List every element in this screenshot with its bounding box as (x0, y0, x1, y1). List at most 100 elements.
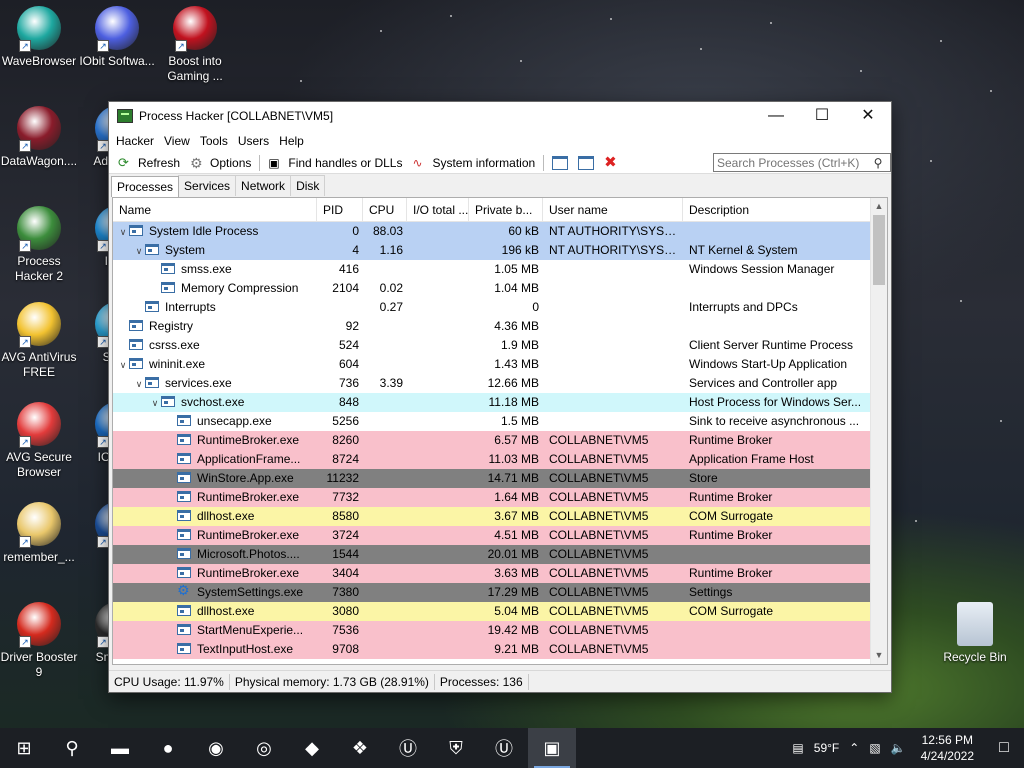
process-row[interactable]: Registry 92 4.36 MB (113, 317, 887, 336)
desktop-shortcut[interactable]: ↗ WaveBrowser (0, 6, 78, 69)
maximize-button[interactable]: ☐ (799, 102, 845, 130)
tab-services[interactable]: Services (178, 175, 237, 196)
process-row[interactable]: TextInputHost.exe 9708 9.21 MB COLLABNET\VM… (113, 640, 887, 659)
menu-view[interactable]: View (159, 134, 195, 148)
file-explorer-icon[interactable]: ▬ (96, 728, 144, 768)
game-booster-taskbar-icon[interactable]: ◆ (288, 728, 336, 768)
desktop-shortcut[interactable]: ↗ DataWagon.... (0, 106, 78, 169)
process-row[interactable]: RuntimeBroker.exe 7732 1.64 MB COLLABNET\VM… (113, 488, 887, 507)
process-row[interactable]: ∨ System 4 1.16 196 kB NT AUTHORITY\SYSTEM NT … (113, 241, 887, 260)
process-row[interactable]: Microsoft.Photos.... 1544 20.01 MB COLLABNE… (113, 545, 887, 564)
expand-chevron-icon[interactable]: ∨ (133, 242, 145, 260)
process-row[interactable]: ∨ svchost.exe 848 11.18 MB Host Process for … (113, 393, 887, 412)
toolbar-separator (543, 154, 545, 171)
system-information-button[interactable]: ∿ System information (407, 156, 540, 170)
notifications-icon[interactable]: □ (984, 728, 1024, 768)
weather-temperature[interactable]: 59°F (809, 741, 844, 755)
process-row[interactable]: RuntimeBroker.exe 8260 6.57 MB COLLABNET\VM… (113, 431, 887, 450)
process-row[interactable]: unsecapp.exe 5256 1.5 MB Sink to receive as… (113, 412, 887, 431)
menu-users[interactable]: Users (233, 134, 274, 148)
process-user-name (543, 393, 683, 412)
column-name[interactable]: Name (113, 198, 317, 221)
process-row[interactable]: smss.exe 416 1.05 MB Windows Session Manage… (113, 260, 887, 279)
desktop-shortcut[interactable]: ↗ Driver Booster 9 (0, 602, 78, 680)
tab-processes[interactable]: Processes (111, 176, 180, 197)
tab-network[interactable]: Network (235, 175, 292, 196)
process-name-cell: unsecapp.exe (113, 412, 317, 431)
process-row[interactable]: ∨ services.exe 736 3.39 12.66 MB Services and… (113, 374, 887, 393)
volume-icon[interactable]: 🔈 (886, 741, 911, 755)
iobit-taskbar-icon[interactable]: ❖ (336, 728, 384, 768)
process-row[interactable]: ∨ System Idle Process 0 88.03 60 kB NT AUTHOR… (113, 222, 887, 241)
options-button[interactable]: ⚙ Options (185, 156, 256, 170)
u-taskbar-icon[interactable]: Ⓤ (480, 728, 528, 768)
menu-help[interactable]: Help (274, 134, 309, 148)
column-cpu[interactable]: CPU (363, 198, 407, 221)
scroll-down-arrow[interactable]: ▼ (871, 647, 887, 664)
process-name-cell: StartMenuExperie... (113, 621, 317, 640)
desktop-shortcut[interactable]: ↗ Process Hacker 2 (0, 206, 78, 284)
iobit-uninstaller-taskbar-icon[interactable]: Ⓤ (384, 728, 432, 768)
refresh-button[interactable]: ⟳ Refresh (113, 155, 185, 170)
search-processes-input[interactable] (714, 155, 870, 170)
show-hidden-icons-chevron-icon[interactable]: ⌃ (844, 741, 864, 755)
process-row[interactable]: StartMenuExperie... 7536 19.42 MB COLLABNET… (113, 621, 887, 640)
expand-chevron-icon[interactable]: ∨ (117, 356, 129, 374)
process-row[interactable]: Memory Compression 2104 0.02 1.04 MB (113, 279, 887, 298)
recycle-bin[interactable]: Recycle Bin (936, 602, 1014, 665)
window-button[interactable] (547, 155, 573, 170)
terminate-button[interactable]: ✖ (599, 155, 625, 170)
process-row[interactable]: dllhost.exe 8580 3.67 MB COLLABNET\VM5 COM S… (113, 507, 887, 526)
find-handles-button[interactable]: ▣ Find handles or DLLs (263, 156, 407, 170)
process-row[interactable]: ApplicationFrame... 8724 11.03 MB COLLABNET… (113, 450, 887, 469)
scroll-up-arrow[interactable]: ▲ (871, 198, 887, 215)
column-pid[interactable]: PID (317, 198, 363, 221)
find-window-button[interactable] (573, 155, 599, 170)
desktop-shortcut[interactable]: ↗ Boost into Gaming ... (156, 6, 234, 84)
process-io-total (407, 431, 469, 450)
column-user-name[interactable]: User name (543, 198, 683, 221)
process-row[interactable]: Interrupts 0.27 0 Interrupts and DPCs (113, 298, 887, 317)
process-private-bytes: 60 kB (508, 224, 539, 238)
title-bar[interactable]: Process Hacker [COLLABNET\VM5] — ☐ ✕ (109, 102, 891, 130)
minimize-button[interactable]: — (753, 102, 799, 130)
process-row[interactable]: dllhost.exe 3080 5.04 MB COLLABNET\VM5 COM S… (113, 602, 887, 621)
process-name-cell: ∨ wininit.exe (113, 355, 317, 374)
column-description[interactable]: Description (683, 198, 871, 221)
desktop-shortcut[interactable]: ↗ remember_... (0, 502, 78, 565)
process-row[interactable]: WinStore.App.exe 11232 14.71 MB COLLABNET\V… (113, 469, 887, 488)
clock[interactable]: 12:56 PM 4/24/2022 (911, 732, 984, 764)
process-hacker-taskbar-icon[interactable]: ▣ (528, 728, 576, 768)
process-row[interactable]: RuntimeBroker.exe 3724 4.51 MB COLLABNET\VM… (113, 526, 887, 545)
search-icon[interactable]: ⚲ (48, 728, 96, 768)
desktop-shortcut[interactable]: ↗ IObit Softwa... (78, 6, 156, 69)
process-row[interactable]: SystemSettings.exe 7380 17.29 MB COLLABNET\… (113, 583, 887, 602)
process-window-icon (177, 491, 191, 503)
network-icon[interactable]: ▧ (864, 741, 885, 755)
search-icon[interactable]: ⚲ (870, 156, 886, 170)
process-row[interactable]: ∨ wininit.exe 604 1.43 MB Windows Start-Up A… (113, 355, 887, 374)
expand-chevron-icon[interactable]: ∨ (149, 394, 161, 412)
iobit-malware-fighter-taskbar-icon[interactable]: ⛨ (432, 728, 480, 768)
close-button[interactable]: ✕ (845, 102, 891, 130)
menu-tools[interactable]: Tools (195, 134, 233, 148)
process-private-bytes: 1.04 MB (494, 281, 539, 295)
start-button[interactable]: ⊞ (0, 728, 48, 768)
search-processes-box[interactable]: ⚲ (713, 153, 891, 172)
desktop-shortcut[interactable]: ↗ AVG Secure Browser (0, 402, 78, 480)
avg-secure-browser-taskbar-icon[interactable]: ● (144, 728, 192, 768)
menu-hacker[interactable]: Hacker (111, 134, 159, 148)
scroll-thumb[interactable] (873, 215, 885, 285)
wavebrowser-taskbar-icon[interactable]: ◉ (192, 728, 240, 768)
process-row[interactable]: csrss.exe 524 1.9 MB Client Server Runtime … (113, 336, 887, 355)
expand-chevron-icon[interactable]: ∨ (117, 223, 129, 241)
expand-chevron-icon[interactable]: ∨ (133, 375, 145, 393)
vertical-scrollbar[interactable]: ▲ ▼ (870, 198, 887, 664)
column-io-total[interactable]: I/O total ... (407, 198, 469, 221)
desktop-shortcut[interactable]: ↗ AVG AntiVirus FREE (0, 302, 78, 380)
column-private-bytes[interactable]: Private b... (469, 198, 543, 221)
tab-disk[interactable]: Disk (290, 175, 326, 196)
weather-icon[interactable]: ▤ (787, 741, 808, 755)
process-row[interactable]: RuntimeBroker.exe 3404 3.63 MB COLLABNET\VM… (113, 564, 887, 583)
chrome-icon[interactable]: ◎ (240, 728, 288, 768)
